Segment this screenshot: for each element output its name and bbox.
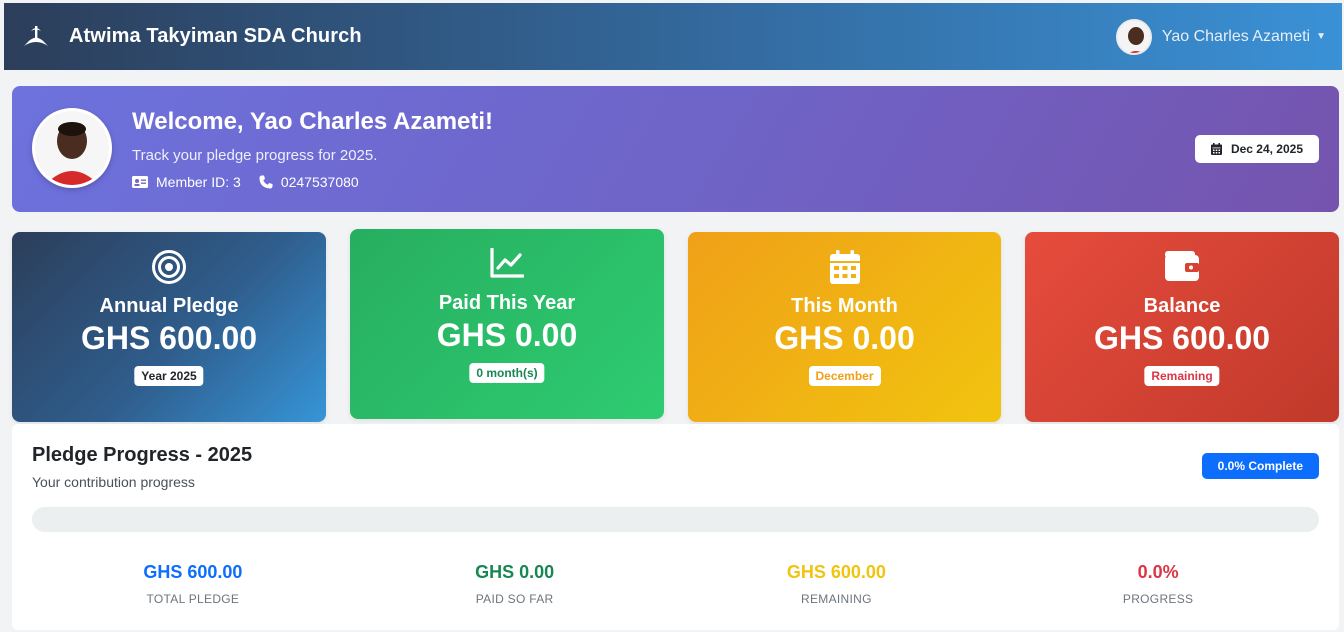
card-badge: December <box>808 366 881 386</box>
user-avatar <box>1115 18 1152 55</box>
phone-text: 0247537080 <box>280 174 359 190</box>
wallet-icon <box>1025 251 1339 281</box>
sda-logo-icon <box>20 21 52 53</box>
balance-card: Balance GHS 600.00 Remaining <box>1025 232 1339 422</box>
card-value: GHS 600.00 <box>1093 320 1271 356</box>
date-text: Dec 24, 2025 <box>1230 142 1303 156</box>
progress-subtitle: Your contribution progress <box>32 474 195 490</box>
card-badge: 0 month(s) <box>469 363 545 383</box>
annual-pledge-card: Annual Pledge GHS 600.00 Year 2025 <box>12 232 326 422</box>
card-value: GHS 0.00 <box>436 317 578 353</box>
paid-this-year-card: Paid This Year GHS 0.00 0 month(s) <box>350 229 664 419</box>
stat-label: TOTAL PLEDGE <box>146 592 240 606</box>
brand-name: Atwima Takyiman SDA Church <box>69 25 362 47</box>
member-photo <box>32 108 112 188</box>
user-menu-dropdown[interactable]: Yao Charles Azameti ▼ <box>1115 18 1326 55</box>
progress-complete-badge: 0.0% Complete <box>1201 453 1319 479</box>
member-id: Member ID: 3 <box>132 174 241 190</box>
target-icon <box>12 250 326 284</box>
card-badge: Year 2025 <box>134 366 204 386</box>
stat-value: 0.0% <box>1137 562 1179 582</box>
this-month-card: This Month GHS 0.00 December <box>688 232 1001 422</box>
welcome-banner: Welcome, Yao Charles Azameti! Track your… <box>12 86 1339 212</box>
stat-progress: 0.0% PROGRESS <box>997 562 1319 606</box>
id-card-icon <box>132 176 148 188</box>
member-phone: 0247537080 <box>259 174 359 190</box>
card-title: Paid This Year <box>438 292 576 314</box>
card-title: Annual Pledge <box>99 295 239 317</box>
stat-label: PAID SO FAR <box>475 592 554 606</box>
card-badge: Remaining <box>1144 366 1220 386</box>
card-value: GHS 0.00 <box>774 320 915 356</box>
card-title: Balance <box>1143 295 1221 317</box>
user-name: Yao Charles Azameti <box>1161 27 1311 45</box>
phone-icon <box>259 175 273 189</box>
member-meta: Member ID: 3 0247537080 <box>132 174 377 190</box>
pledge-progress-card: Pledge Progress - 2025 Your contribution… <box>12 424 1339 630</box>
stat-value: GHS 0.00 <box>475 562 555 582</box>
card-title: This Month <box>791 295 898 317</box>
progress-bar <box>32 507 1319 532</box>
top-navbar: Atwima Takyiman SDA Church Yao Charles A… <box>4 3 1342 70</box>
welcome-title: Welcome, Yao Charles Azameti! <box>132 108 494 135</box>
stat-paid-so-far: GHS 0.00 PAID SO FAR <box>354 562 676 606</box>
stat-value: GHS 600.00 <box>786 562 886 582</box>
progress-title: Pledge Progress - 2025 <box>32 444 253 466</box>
member-id-text: Member ID: 3 <box>156 174 241 190</box>
stat-total-pledge: GHS 600.00 TOTAL PLEDGE <box>32 562 354 606</box>
stat-label: REMAINING <box>801 592 872 606</box>
stat-value: GHS 600.00 <box>143 562 243 582</box>
calendar-icon <box>688 250 1001 284</box>
chart-line-icon <box>350 248 664 278</box>
stat-remaining: GHS 600.00 REMAINING <box>676 562 998 606</box>
caret-down-icon: ▼ <box>1316 31 1326 42</box>
calendar-icon <box>1210 143 1222 155</box>
progress-stats: GHS 600.00 TOTAL PLEDGE GHS 0.00 PAID SO… <box>32 562 1319 606</box>
date-badge: Dec 24, 2025 <box>1194 135 1319 163</box>
stat-label: PROGRESS <box>1122 592 1194 606</box>
welcome-subtitle: Track your pledge progress for 2025. <box>132 147 378 164</box>
brand[interactable]: Atwima Takyiman SDA Church <box>20 21 362 53</box>
card-value: GHS 600.00 <box>80 320 258 356</box>
